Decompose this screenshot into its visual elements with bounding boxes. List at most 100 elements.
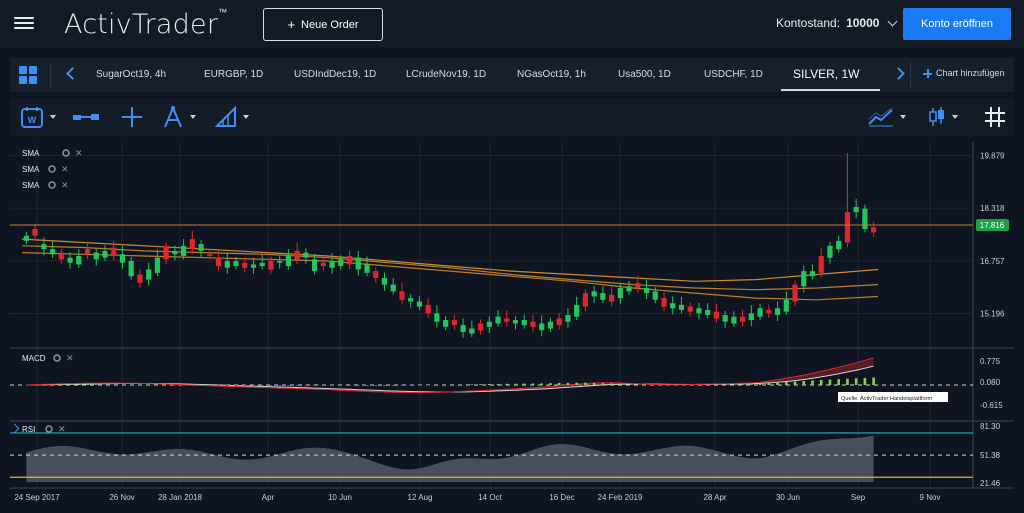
macd-histogram-bar [566, 382, 570, 385]
tab-usdchf[interactable]: USDCHF, 1D [704, 69, 763, 80]
candle-body [373, 271, 379, 278]
candle-body [836, 240, 842, 250]
macd-histogram-bar [330, 384, 334, 387]
new-order-button[interactable]: + Neue Order [263, 8, 383, 41]
macd-histogram-bar [837, 379, 840, 385]
drawing-tool-icon [164, 105, 182, 128]
calendar-week-icon: W [21, 107, 43, 128]
candle-body [512, 320, 519, 324]
time-tick-label: 9 Nov [920, 493, 941, 502]
macd-label: MACD [22, 354, 46, 363]
candle-body [574, 304, 580, 317]
source-tooltip: Quelle: ActivTrader Handelsplattform [838, 392, 948, 402]
price-chart[interactable]: 17.816 19.879 18.318 16.757 15.196 SMA ✕ SM… [10, 142, 1014, 511]
candle-body [608, 294, 615, 302]
macd-histogram-bar [793, 381, 797, 385]
candle-body [521, 320, 527, 326]
chart-type-button[interactable] [72, 104, 100, 130]
candle-body [163, 245, 169, 260]
macd-histogram-bar [479, 384, 482, 385]
add-chart-button[interactable]: Chart hinzufügen [923, 68, 1005, 78]
macd-histogram-bar [60, 384, 63, 385]
candle-body [250, 264, 257, 268]
tab-usa500[interactable]: Usa500, 1D [618, 69, 671, 80]
chevron-left-icon[interactable] [66, 67, 79, 80]
close-icon[interactable]: ✕ [61, 164, 69, 174]
macd-histogram-bar [322, 384, 325, 387]
macd-histogram-bar [854, 378, 858, 385]
candle-body [189, 239, 195, 250]
macd-histogram-bar [846, 378, 849, 385]
account-balance-dropdown[interactable]: Kontostand: 10000 [776, 16, 898, 30]
time-tick-label: Sep [851, 493, 866, 502]
macd-histogram-bar [592, 382, 596, 385]
rsi-axis-label: 51.38 [980, 451, 1001, 460]
candle-body [591, 291, 597, 297]
macd-histogram-bar [601, 383, 605, 385]
candle-body [93, 252, 99, 260]
candle-body [294, 250, 300, 260]
macd-histogram-bar [243, 384, 247, 387]
candle-body [713, 311, 720, 319]
macd-histogram-bar [811, 380, 814, 385]
tab-sugar[interactable]: SugarOct19, 4h [96, 69, 166, 80]
candle-body [390, 284, 396, 292]
candle-body [285, 255, 292, 267]
ruler-tool-button[interactable] [215, 104, 249, 130]
candle-body [556, 318, 562, 326]
candle-body [617, 288, 623, 299]
close-icon[interactable]: ✕ [61, 180, 69, 190]
macd-histogram-bar [741, 384, 744, 385]
candle-body [381, 277, 388, 285]
candle-body [364, 264, 370, 273]
tab-ngas[interactable]: NGasOct19, 1h [517, 69, 586, 80]
crosshair-button[interactable] [121, 104, 143, 130]
candle-body [539, 323, 545, 331]
candle-body [652, 291, 658, 300]
chart-area[interactable]: 17.816 19.879 18.318 16.757 15.196 SMA ✕ SM… [9, 142, 1014, 511]
close-icon[interactable]: ✕ [75, 148, 83, 158]
tab-eurgbp[interactable]: EURGBP, 1D [204, 69, 263, 80]
candle-body [416, 301, 423, 307]
candle-body [600, 293, 606, 300]
open-account-button[interactable]: Konto eröffnen [903, 8, 1011, 40]
macd-histogram-bar [365, 384, 369, 387]
candle-body [198, 244, 204, 251]
drawing-tool-button[interactable] [162, 104, 196, 130]
caret-down-icon [243, 115, 249, 119]
macd-histogram-bar [470, 384, 474, 385]
candle-body [102, 250, 108, 258]
macd-histogram-bar [549, 383, 552, 385]
time-tick-label: 26 Nov [109, 493, 134, 502]
candle-body [862, 208, 868, 229]
candle [862, 204, 868, 233]
timeframe-selector[interactable]: W [20, 104, 56, 130]
price-tick-label: 15.196 [980, 309, 1005, 318]
chevron-right-icon[interactable] [892, 67, 905, 80]
indicators-button[interactable] [868, 104, 906, 130]
close-icon[interactable]: ✕ [66, 353, 74, 363]
candle-body [111, 247, 117, 256]
chart-toolbar: W [10, 98, 1014, 136]
macd-histogram-bar [426, 384, 430, 386]
tab-silver[interactable]: SILVER, 1W [793, 67, 859, 81]
tab-usdind[interactable]: USDIndDec19, 1D [294, 69, 376, 80]
chart-tabs-bar: SugarOct19, 4h EURGBP, 1D USDIndDec19, 1… [10, 58, 1014, 92]
candle-body [469, 328, 475, 334]
time-tick-label: 12 Aug [408, 493, 433, 502]
sma-label: SMA [22, 165, 40, 174]
grid-toggle-button[interactable] [984, 104, 1006, 130]
candle-body [23, 235, 29, 241]
layout-grid-icon[interactable] [19, 66, 37, 84]
macd-histogram-bar [295, 384, 299, 386]
macd-axis-label: 0.080 [980, 378, 1001, 387]
candlestick-type-button[interactable] [928, 104, 958, 130]
candle-body [67, 257, 73, 263]
tab-lcrude[interactable]: LCrudeNov19, 1D [406, 69, 486, 80]
candle-body [853, 207, 859, 213]
macd-histogram-bar [418, 384, 421, 386]
close-icon[interactable]: ✕ [58, 424, 66, 434]
time-tick-label: 24 Sep 2017 [14, 493, 60, 502]
hamburger-menu-icon[interactable] [14, 14, 34, 34]
price-tick-label: 18.318 [980, 204, 1005, 213]
